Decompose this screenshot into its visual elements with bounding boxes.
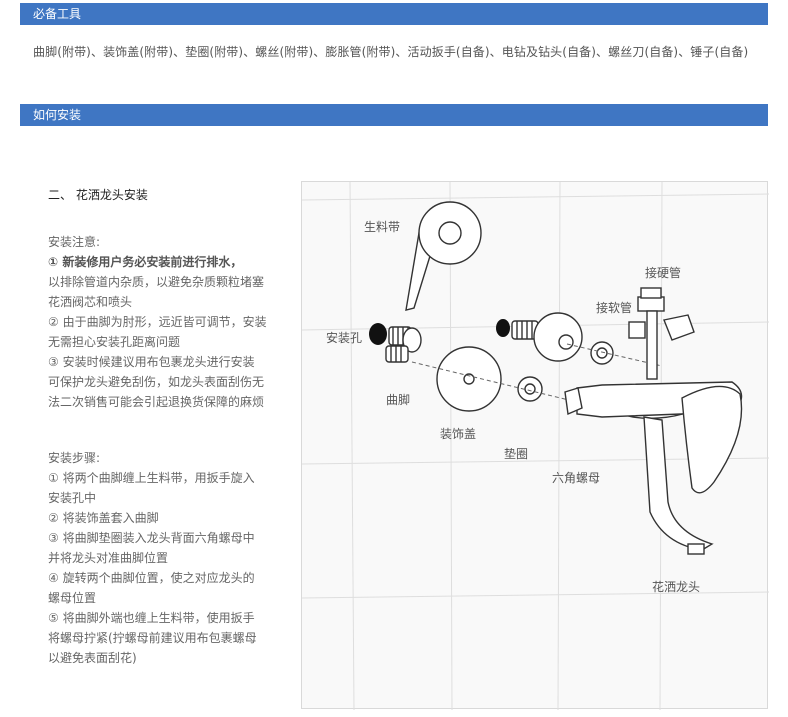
note-line: ② 由于曲脚为肘形，远近皆可调节，安装 <box>48 315 267 329</box>
diagram-svg: 生料带 安装孔 曲脚 装饰盖 垫圈 六角螺母 花洒龙头 接硬管 接软管 <box>302 182 769 710</box>
step-line: ⑤ 将曲脚外端也缠上生料带，使用扳手 <box>48 611 255 625</box>
step-line: ② 将装饰盖套入曲脚 <box>48 511 159 525</box>
step-line: ④ 旋转两个曲脚位置，使之对应龙头的 <box>48 571 255 585</box>
shower-faucet-drawing <box>564 287 743 555</box>
step-line: 安装孔中 <box>48 491 97 505</box>
step-line: ① 将两个曲脚缠上生料带，用扳手旋入 <box>48 471 255 485</box>
notes-heading: 安装注意: <box>48 235 101 249</box>
elbow-left-drawing <box>385 326 422 363</box>
label-decorative-cover: 装饰盖 <box>440 427 476 441</box>
note-line: 无需担心安装孔距离问题 <box>48 335 181 349</box>
step-line: 将螺母拧紧(拧螺母前建议用布包裹螺母 <box>48 631 257 645</box>
install-subtitle: 二、 花洒龙头安装 <box>48 188 148 202</box>
label-washer: 垫圈 <box>504 446 528 461</box>
step-line: ③ 将曲脚垫圈装入龙头背面六角螺母中 <box>48 531 255 545</box>
decorative-cover-drawing <box>436 346 502 412</box>
label-hex-nut: 六角螺母 <box>552 471 600 485</box>
tools-list-text: 曲脚(附带)、装饰盖(附带)、垫圈(附带)、螺丝(附带)、膨胀管(附带)、活动扳… <box>33 45 749 59</box>
install-section-header: 如何安装 <box>20 104 768 126</box>
thread-tape-drawing <box>405 201 482 311</box>
elbow-right-drawing <box>511 312 583 362</box>
label-hard-pipe: 接硬管 <box>645 265 681 280</box>
note-line: ③ 安装时候建议用布包裹龙头进行安装 <box>48 355 255 369</box>
label-mounting-hole: 安装孔 <box>326 330 362 345</box>
step-line: 螺母位置 <box>48 591 97 605</box>
label-elbow: 曲脚 <box>386 392 410 407</box>
step-line: 以避免表面刮花) <box>48 651 137 665</box>
mounting-hole-right <box>496 319 510 337</box>
mounting-hole-left <box>369 323 387 345</box>
note-line: 花洒阀芯和喷头 <box>48 295 133 309</box>
note-line: 法二次销售可能会引起退换货保障的麻烦 <box>48 395 265 409</box>
label-shower-faucet: 花洒龙头 <box>652 579 700 594</box>
note-line: 以排除管道内杂质，以避免杂质颗粒堵塞 <box>48 275 265 289</box>
note-line: ① 新装修用户务必安装前进行排水， <box>48 255 243 269</box>
tools-section-header: 必备工具 <box>20 3 768 25</box>
note-line: 可保护龙头避免刮伤，如龙头表面刮伤无 <box>48 375 265 389</box>
steps-heading: 安装步骤: <box>48 451 101 465</box>
label-thread-tape: 生料带 <box>364 220 400 234</box>
label-soft-pipe: 接软管 <box>596 300 632 315</box>
step-line: 并将龙头对准曲脚位置 <box>48 551 169 565</box>
install-notes: 安装注意: ① 新装修用户务必安装前进行排水， 以排除管道内杂质，以避免杂质颗粒… <box>48 232 278 412</box>
installation-diagram: 生料带 安装孔 曲脚 装饰盖 垫圈 六角螺母 花洒龙头 接硬管 接软管 <box>301 181 769 710</box>
install-steps: 安装步骤: ① 将两个曲脚缠上生料带，用扳手旋入 安装孔中 ② 将装饰盖套入曲脚… <box>48 448 278 668</box>
